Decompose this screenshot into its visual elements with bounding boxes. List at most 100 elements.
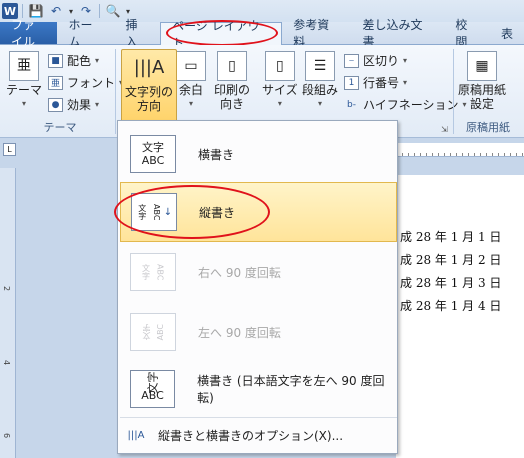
themes-icon: 亜	[9, 51, 39, 81]
breaks-label: 区切り	[363, 54, 400, 68]
chevron-down-icon: ▾	[188, 99, 193, 108]
menu-item-label: 左へ 90 度回転	[198, 325, 281, 340]
breaks-icon: ⎯	[344, 53, 359, 68]
menu-item-rotate-left: 文字 ABC 左へ 90 度回転	[120, 302, 397, 362]
vertical-ruler[interactable]: 2 4 6	[0, 168, 16, 458]
document-line: 成 28 年 1 月 1 日	[400, 230, 502, 244]
margins-label: 余白	[178, 83, 203, 97]
themes-label: テーマ	[6, 83, 43, 97]
manuscript-settings-button[interactable]: ▦ 原稿用紙 設定	[458, 51, 506, 111]
options-label: 縦書きと横書きのオプション(X)...	[158, 428, 344, 443]
menu-item-label: 横書き (日本語文字を左へ 90 度回転)	[197, 374, 385, 405]
ruler-mark: 2	[2, 286, 11, 292]
group-divider	[453, 49, 454, 134]
effects-button[interactable]: ● 効果 ▾	[48, 95, 99, 114]
themes-button[interactable]: 亜 テーマ ▾	[6, 51, 42, 111]
document-page[interactable]	[396, 175, 524, 458]
manuscript-label-2: 設定	[470, 97, 495, 111]
document-line: 成 28 年 1 月 4 日	[400, 299, 502, 313]
horizontal-ruler[interactable]	[396, 143, 524, 157]
fonts-label: フォント	[67, 76, 116, 90]
chevron-down-icon: ▾	[318, 99, 323, 108]
chevron-down-icon: ▾	[277, 99, 282, 108]
line-numbers-button[interactable]: 1 行番号 ▾	[344, 73, 407, 92]
text-direction-label-2: 方向	[136, 99, 161, 113]
menu-item-options[interactable]: |||A 縦書きと横書きのオプション(X)...	[120, 423, 397, 447]
fonts-icon: 亜	[48, 75, 63, 90]
hyphenation-icon: b‑	[347, 99, 356, 110]
highlight-oval-item	[114, 185, 270, 239]
document-line: 成 28 年 1 月 3 日	[400, 276, 502, 290]
hyphenation-button[interactable]: b‑ ハイフネーション ▾	[344, 95, 467, 114]
size-label: サイズ	[262, 83, 298, 97]
menu-item-label: 横書き	[198, 147, 235, 162]
chevron-down-icon: ▾	[22, 99, 27, 108]
orientation-label-2: 向き	[220, 97, 245, 111]
icon-bottom-text: ABC	[155, 323, 165, 341]
text-direction-options-icon: |||A	[127, 429, 145, 441]
breaks-button[interactable]: ⎯ 区切り ▾	[344, 51, 407, 70]
undo-icon[interactable]: ↶	[47, 2, 65, 20]
icon-top-text: 文字	[142, 141, 164, 154]
rotate-right-icon: 文字 ABC	[130, 253, 176, 291]
horizontal-text-icon: 文字 ABC	[130, 135, 176, 173]
page-setup-launcher-icon[interactable]: ⇲	[441, 125, 448, 134]
menu-item-label: 右へ 90 度回転	[198, 265, 281, 280]
tab-references[interactable]: 参考資料	[282, 18, 351, 49]
tab-table[interactable]: 表	[490, 22, 524, 44]
manuscript-group-label: 原稿用紙	[466, 121, 510, 134]
theme-group-label: テーマ	[43, 121, 77, 134]
tab-mailings[interactable]: 差し込み文書	[351, 18, 444, 49]
menu-item-horizontal-rotated[interactable]: 文字 ABC 横書き (日本語文字を左へ 90 度回転)	[120, 359, 397, 419]
document-line: 成 28 年 1 月 2 日	[400, 253, 502, 267]
chevron-down-icon: ▾	[95, 100, 100, 109]
orientation-button[interactable]: ▯ 印刷の 向き	[214, 51, 250, 111]
text-direction-menu: 文字 ABC 横書き 文字 ABC ↓ 縦書き 文字 ABC 右へ 90 度回転…	[117, 120, 398, 454]
tab-insert[interactable]: 挿入	[115, 18, 161, 49]
columns-button[interactable]: ☰ 段組み ▾	[302, 51, 338, 111]
orientation-label-1: 印刷の	[214, 83, 251, 97]
hyphenation-label: ハイフネーション	[363, 98, 459, 112]
colors-button[interactable]: ■ 配色 ▾	[48, 51, 99, 70]
line-numbers-label: 行番号	[363, 76, 400, 90]
ruler-mark: 6	[2, 433, 11, 439]
text-direction-icon: |||A	[133, 57, 165, 78]
text-direction-button[interactable]: |||A 文字列の 方向	[121, 49, 177, 123]
menu-item-rotate-right: 文字 ABC 右へ 90 度回転	[120, 242, 397, 302]
icon-bottom-text: ABC	[141, 154, 165, 167]
colors-label: 配色	[67, 54, 92, 68]
text-direction-label-1: 文字列の	[124, 85, 173, 99]
menu-item-horizontal[interactable]: 文字 ABC 横書き	[120, 124, 397, 184]
size-button[interactable]: ▯ サイズ ▾	[262, 51, 298, 111]
icon-bottom-text: ABC	[155, 263, 165, 281]
margins-button[interactable]: ▭ 余白 ▾	[176, 51, 206, 111]
tab-home[interactable]: ホーム	[57, 18, 114, 49]
rotate-left-icon: 文字 ABC	[130, 313, 176, 351]
manuscript-label-1: 原稿用紙	[458, 83, 507, 97]
icon-top-text: 文字	[141, 264, 151, 280]
ruler-mark: 4	[2, 360, 11, 366]
highlight-oval-tab	[166, 20, 278, 46]
icon-top-text: 文字	[141, 324, 151, 340]
colors-icon: ■	[48, 53, 63, 68]
tab-selector-icon[interactable]: L	[3, 143, 16, 156]
effects-label: 効果	[67, 98, 92, 112]
line-numbers-icon: 1	[344, 75, 359, 90]
print-preview-icon[interactable]: 🔍	[104, 2, 122, 20]
margins-icon: ▭	[176, 51, 206, 81]
chevron-down-icon: ▾	[95, 56, 100, 65]
menu-separator	[120, 417, 397, 418]
fonts-button[interactable]: 亜 フォント ▾	[48, 73, 123, 92]
tab-review[interactable]: 校閲	[444, 18, 490, 49]
icon-top-text: 文字	[146, 371, 160, 394]
group-divider	[115, 49, 116, 134]
horizontal-rotated-text-icon: 文字 ABC	[130, 370, 176, 408]
effects-icon: ●	[48, 97, 63, 112]
columns-icon: ☰	[305, 51, 335, 81]
tab-file[interactable]: ファイル	[0, 18, 58, 49]
size-icon: ▯	[264, 51, 295, 81]
chevron-down-icon: ▾	[403, 78, 408, 87]
manuscript-icon: ▦	[467, 51, 497, 81]
columns-label: 段組み	[302, 83, 339, 97]
chevron-down-icon: ▾	[403, 56, 408, 65]
